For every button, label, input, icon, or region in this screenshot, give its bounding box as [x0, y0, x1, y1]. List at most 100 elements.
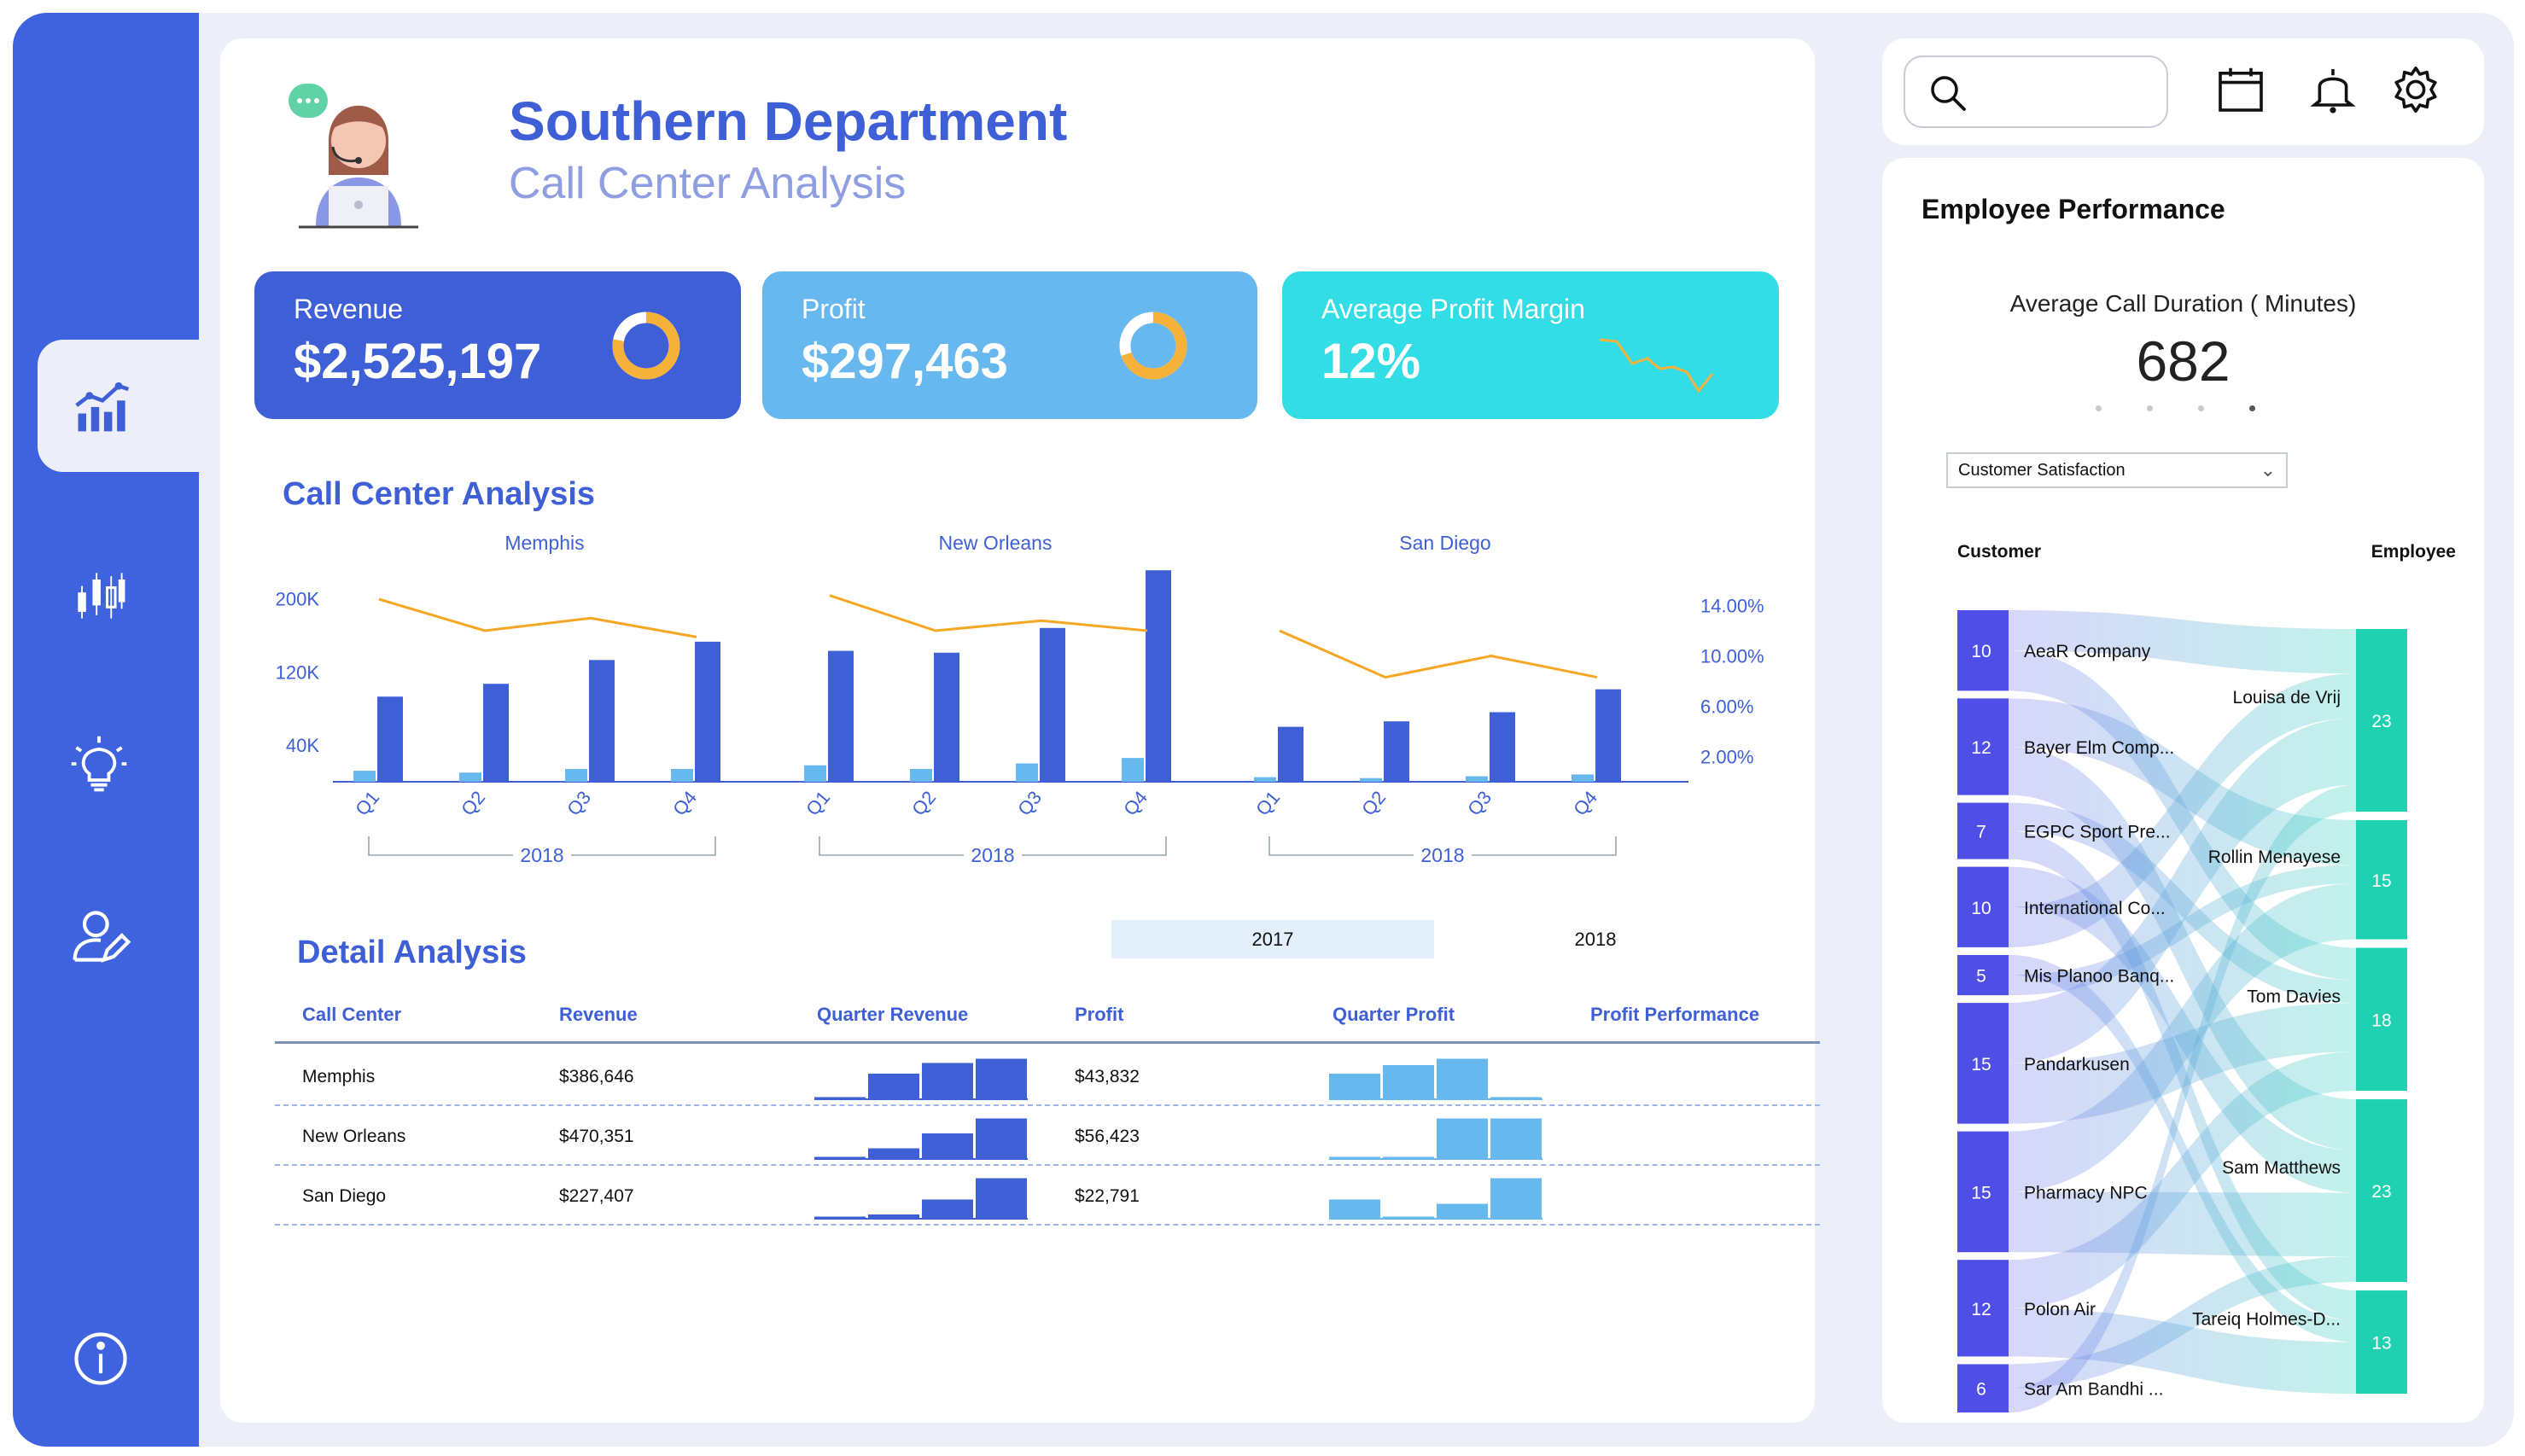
gear-icon[interactable] [2390, 64, 2441, 115]
x-tick-label: Q3 [1013, 787, 1046, 820]
lightbulb-icon[interactable] [65, 730, 133, 798]
profit-bar [1122, 758, 1144, 782]
x-tick-label: Q4 [668, 787, 701, 820]
col-call-center[interactable]: Call Center [302, 1004, 401, 1026]
sparkbar [1437, 1118, 1488, 1159]
col-profit-performance[interactable]: Profit Performance [1590, 1004, 1759, 1026]
candlestick-icon[interactable] [65, 562, 133, 630]
customer-node-label: Pharmacy NPC [2024, 1183, 2148, 1203]
table-header-divider [275, 1041, 1820, 1044]
call-center-cell: San Diego [302, 1186, 387, 1206]
profit-cell: $43,832 [1075, 1067, 1140, 1086]
profit-card[interactable]: Profit $297,463 [762, 271, 1257, 419]
carousel-dot[interactable] [2147, 405, 2153, 411]
sparkbar [922, 1063, 973, 1099]
calendar-icon[interactable] [2215, 64, 2266, 115]
table-row[interactable]: New Orleans $470,351 $56,423 [275, 1106, 1820, 1166]
table-row[interactable]: San Diego $227,407 $22,791 [275, 1166, 1820, 1226]
customer-node-label: Polon Air [2024, 1300, 2096, 1319]
sparkbar [922, 1199, 973, 1219]
margin-value: 12% [1321, 334, 1421, 389]
col-revenue[interactable]: Revenue [559, 1004, 638, 1026]
metric-dropdown[interactable]: Customer Satisfaction ⌄ [1946, 452, 2288, 488]
margin-label: Average Profit Margin [1321, 294, 1585, 324]
x-tick-label: Q1 [351, 787, 383, 820]
year-label: 2018 [520, 844, 563, 866]
user-edit-icon[interactable] [67, 903, 135, 971]
page-title: Southern Department [509, 90, 1068, 152]
year-label: 2018 [1420, 844, 1464, 866]
call-center-chart[interactable]: 200K 120K 40K 14.00% 10.00% 6.00% 2.00% Memphis… [248, 529, 1784, 888]
margin-sparkline [1599, 338, 1714, 393]
customer-node-label: Pandarkusen [2024, 1055, 2130, 1075]
col-quarter-revenue[interactable]: Quarter Revenue [817, 1004, 968, 1026]
customer-node-value: 5 [1976, 967, 1986, 987]
customer-node-value: 15 [1971, 1183, 1991, 1203]
sparkbar [1437, 1203, 1488, 1219]
revenue-bar [1595, 689, 1621, 782]
sparkbar [1490, 1178, 1542, 1219]
employee-node-value: 13 [2371, 1334, 2391, 1354]
tab-2017[interactable]: 2017 [1111, 920, 1434, 958]
customer-header: Customer [1957, 542, 2041, 562]
bell-icon[interactable] [2307, 64, 2359, 115]
col-quarter-profit[interactable]: Quarter Profit [1332, 1004, 1455, 1026]
avg-call-duration-label: Average Call Duration ( Minutes) [2009, 290, 2357, 317]
revenue-bar [1146, 570, 1171, 782]
carousel-dot[interactable] [2198, 405, 2204, 411]
y-tick-label: 120K [276, 661, 320, 683]
revenue-bar [589, 660, 615, 782]
info-icon[interactable] [67, 1325, 135, 1393]
x-tick-label: Q2 [907, 787, 940, 820]
profit-margin-card[interactable]: Average Profit Margin 12% [1282, 271, 1779, 419]
table-row[interactable]: Memphis $386,646 $43,832 [275, 1046, 1820, 1106]
sparkbar [976, 1118, 1027, 1159]
margin-line [1279, 629, 1598, 679]
tab-2018[interactable]: 2018 [1434, 920, 1757, 958]
x-tick-label: Q4 [1569, 787, 1601, 820]
call-agent-avatar [282, 77, 435, 230]
revenue-bar [1040, 627, 1065, 782]
carousel-dots[interactable] [2096, 405, 2266, 416]
sparkbar [814, 1156, 866, 1159]
chevron-down-icon: ⌄ [2260, 459, 2276, 480]
search-input[interactable] [1904, 55, 2168, 128]
quarter-profit-sparkbars [1329, 1178, 1542, 1220]
revenue-card[interactable]: Revenue $2,525,197 [254, 271, 741, 419]
y2-tick-label: 6.00% [1700, 696, 1753, 718]
customer-node-value: 10 [1971, 899, 1991, 918]
profit-bar [671, 768, 693, 782]
revenue-bar [1490, 712, 1515, 782]
profit-bar [459, 772, 481, 782]
quarter-profit-sparkbars [1329, 1058, 1542, 1100]
sparkbar [922, 1133, 973, 1159]
x-tick-label: Q2 [1357, 787, 1390, 820]
chart-trend-icon[interactable] [68, 371, 137, 440]
revenue-donut [612, 312, 680, 380]
year-tabs: 2017 2018 [1111, 920, 1616, 958]
page-subtitle: Call Center Analysis [509, 159, 907, 208]
quarter-revenue-sparkbars [814, 1118, 1028, 1160]
sankey-chart[interactable]: Customer Employee 10 AeaR Company 12 Bayer El… [1882, 533, 2484, 1421]
employee-node-label: Sam Matthews [2222, 1158, 2341, 1178]
carousel-dot-active[interactable] [2249, 405, 2255, 411]
sparkbar [1329, 1199, 1380, 1219]
carousel-dot[interactable] [2096, 405, 2102, 411]
sparkbar [1490, 1097, 1542, 1099]
revenue-bar [377, 696, 403, 782]
profit-bar [1360, 778, 1382, 782]
employee-node-label: Tom Davies [2247, 987, 2341, 1006]
employee-node-label: Louisa de Vrij [2233, 688, 2341, 708]
employee-title: Employee Performance [1921, 194, 2225, 224]
y2-tick-label: 2.00% [1700, 747, 1753, 768]
group-label: New Orleans [939, 532, 1053, 554]
col-profit[interactable]: Profit [1075, 1004, 1123, 1026]
customer-node-label: Sar Am Bandhi ... [2024, 1380, 2163, 1400]
sparkbar [1383, 1065, 1434, 1099]
customer-node-label: AeaR Company [2024, 642, 2151, 661]
quarter-revenue-sparkbars [814, 1058, 1028, 1100]
sparkbar [976, 1058, 1027, 1099]
revenue-value: $2,525,197 [294, 334, 542, 389]
sparkbar [868, 1074, 919, 1099]
customer-node-value: 7 [1976, 823, 1986, 842]
